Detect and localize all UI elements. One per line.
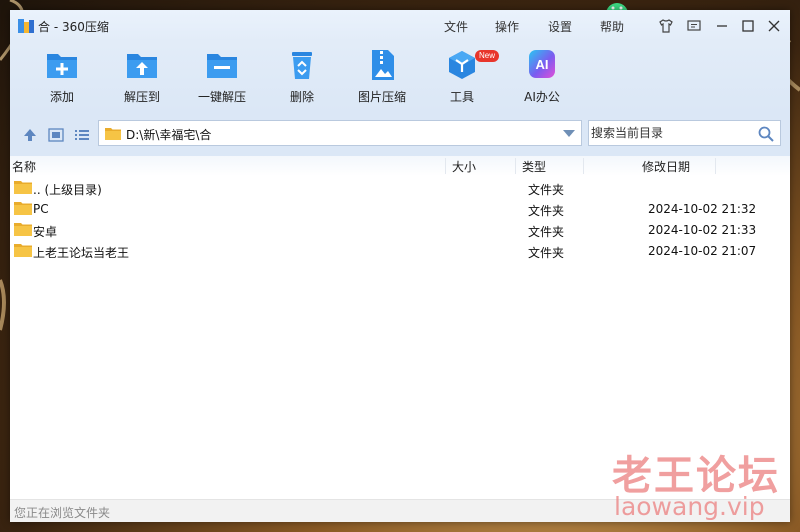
ai-office-button[interactable]: AI AI办公: [510, 48, 574, 108]
thumbnail-view-icon[interactable]: [48, 128, 64, 142]
extract-to-icon: [127, 54, 157, 78]
item-date: 2024-10-02 21:07: [648, 244, 757, 258]
folder-icon: [105, 128, 121, 140]
column-divider[interactable]: [715, 158, 716, 174]
close-icon: [768, 20, 780, 32]
column-divider[interactable]: [583, 158, 584, 174]
add-label: 添加: [49, 90, 74, 104]
column-divider[interactable]: [515, 158, 516, 174]
search-box[interactable]: [588, 120, 781, 146]
file-list-header: 名称 大小 类型 修改日期: [10, 156, 790, 176]
column-type[interactable]: 类型: [522, 158, 546, 175]
image-compress-icon: [372, 50, 394, 80]
status-text: 您正在浏览文件夹: [14, 506, 111, 520]
up-arrow-icon[interactable]: [22, 128, 38, 142]
folder-icon: [14, 223, 32, 236]
delete-button[interactable]: 删除: [270, 48, 334, 108]
new-badge: New: [475, 50, 500, 62]
title-bar: 合 - 360压缩 文件 操作 设置 帮助: [10, 10, 790, 42]
tshirt-icon: [659, 19, 673, 33]
folder-icon: [14, 202, 32, 215]
column-modified[interactable]: 修改日期: [642, 158, 690, 175]
ai-office-label: AI办公: [524, 90, 560, 104]
extract-to-label: 解压到: [123, 90, 160, 104]
menu-help[interactable]: 帮助: [600, 18, 624, 35]
item-date: 2024-10-02 21:33: [648, 223, 757, 237]
add-button[interactable]: 添加: [30, 48, 94, 108]
path-text: D:\新\幸福宅\合: [126, 128, 212, 142]
item-name: 上老王论坛当老王: [33, 246, 130, 260]
ai-office-icon: AI: [529, 50, 555, 78]
image-compress-button[interactable]: 图片压缩: [350, 48, 414, 108]
minimize-icon: [717, 25, 727, 27]
column-divider[interactable]: [445, 158, 446, 174]
column-name[interactable]: 名称: [12, 158, 36, 175]
path-dropdown-icon[interactable]: [563, 130, 575, 137]
item-type: 文件夹: [528, 225, 565, 239]
close-button[interactable]: [764, 16, 784, 36]
minimize-button[interactable]: [712, 16, 732, 36]
column-size[interactable]: 大小: [452, 158, 476, 175]
one-click-extract-label: 一键解压: [197, 90, 246, 104]
item-name: .. (上级目录): [33, 183, 102, 197]
watermark-domain: laowang.vip: [614, 492, 765, 521]
app-logo-icon: [18, 19, 34, 33]
item-type: 文件夹: [528, 246, 565, 260]
menu-file[interactable]: 文件: [444, 18, 468, 35]
extract-to-button[interactable]: 解压到: [110, 48, 174, 108]
list-view-icon[interactable]: [74, 128, 90, 142]
delete-label: 删除: [289, 90, 314, 104]
maximize-icon: [742, 20, 754, 32]
item-type: 文件夹: [528, 204, 565, 218]
item-name: PC: [33, 202, 49, 216]
menu-settings[interactable]: 设置: [548, 18, 572, 35]
image-compress-label: 图片压缩: [357, 90, 406, 104]
folder-icon: [14, 244, 32, 257]
search-input[interactable]: [591, 123, 751, 143]
list-item[interactable]: 安卓 文件夹 2024-10-02 21:33: [10, 220, 790, 241]
add-folder-icon: [47, 54, 77, 78]
recycle-bin-icon: [292, 52, 312, 79]
item-date: 2024-10-02 21:32: [648, 202, 757, 216]
list-item-parent[interactable]: .. (上级目录) 文件夹: [10, 178, 790, 199]
main-toolbar: 添加 解压到 一键解压 删除 图片压缩 工具 AI AI办公: [10, 42, 790, 112]
address-bar-row: D:\新\幸福宅\合: [10, 112, 790, 156]
path-field[interactable]: D:\新\幸福宅\合: [98, 120, 582, 146]
ai-icon-text: AI: [536, 57, 549, 72]
one-click-extract-icon: [207, 54, 237, 78]
item-name: 安卓: [33, 225, 58, 239]
skin-button[interactable]: [656, 16, 676, 36]
list-item[interactable]: PC 文件夹 2024-10-02 21:32: [10, 199, 790, 220]
tools-label: 工具: [449, 90, 474, 104]
item-type: 文件夹: [528, 183, 565, 197]
one-click-extract-button[interactable]: 一键解压: [190, 48, 254, 108]
menu-operation[interactable]: 操作: [495, 18, 519, 35]
feedback-button[interactable]: [684, 16, 704, 36]
search-icon[interactable]: [758, 126, 774, 142]
message-icon: [687, 20, 701, 31]
window-title: 合 - 360压缩: [38, 20, 109, 34]
folder-icon: [14, 181, 32, 194]
maximize-button[interactable]: [738, 16, 758, 36]
list-item[interactable]: 上老王论坛当老王 文件夹 2024-10-02 21:07: [10, 241, 790, 262]
